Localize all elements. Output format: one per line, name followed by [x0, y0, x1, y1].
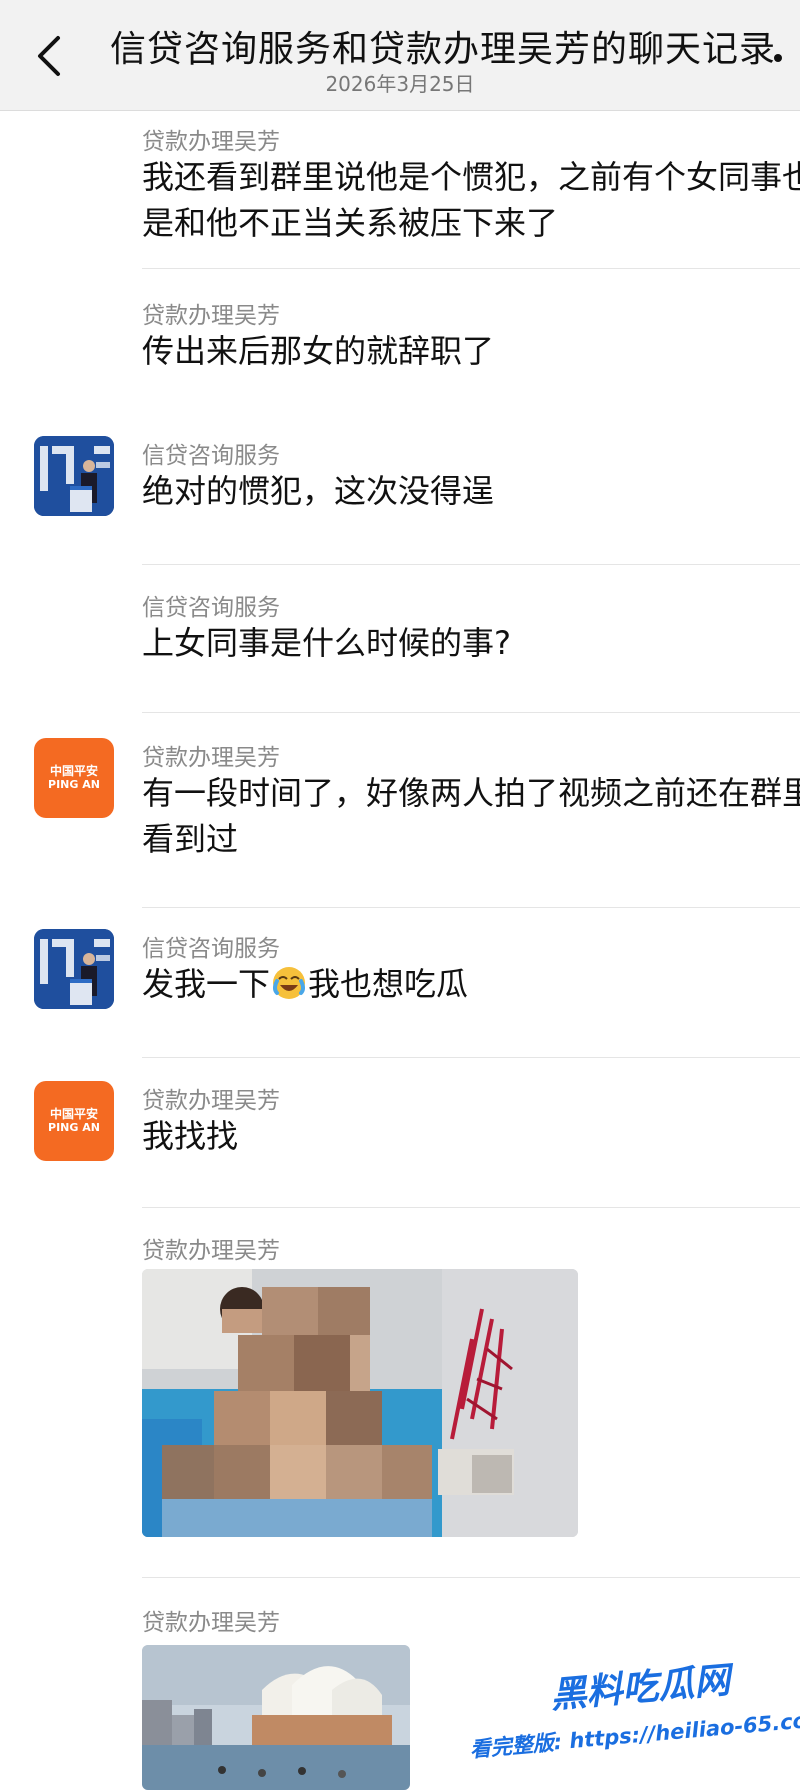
message-text: 有一段时间了，好像两人拍了视频之前还在群里看到过 — [142, 774, 800, 858]
sender-name: 信贷咨询服务 — [142, 936, 280, 962]
message-item[interactable]: 中国平安 PING AN 贷款办理吴芳 我找找 — [0, 1059, 800, 1209]
pixelated-photo[interactable] — [142, 1269, 578, 1537]
avatar-image — [34, 929, 114, 1009]
sender-name: 贷款办理吴芳 — [142, 1088, 280, 1114]
message-text-before: 发我一下 — [142, 965, 271, 1003]
avatar-brand-en: PING AN — [48, 1121, 100, 1134]
sender-name: 贷款办理吴芳 — [142, 303, 280, 329]
message-item[interactable]: 信贷咨询服务 上女同事是什么时候的事? — [0, 566, 800, 714]
more-button[interactable] — [774, 46, 794, 66]
chat-date: 2026年3月25日 — [325, 72, 475, 96]
header-bar: 信贷咨询服务和贷款办理吴芳的聊天记录 2026年3月25日 — [0, 0, 800, 111]
divider — [142, 1207, 800, 1208]
crying-laughing-emoji — [273, 967, 306, 999]
sender-name: 贷款办理吴芳 — [142, 129, 280, 155]
divider — [142, 564, 800, 565]
message-text: 上女同事是什么时候的事? — [142, 624, 511, 662]
avatar-brand-en: PING AN — [48, 778, 100, 791]
sender-name: 贷款办理吴芳 — [142, 1238, 280, 1264]
event-photo-avatar[interactable] — [34, 929, 114, 1009]
message-item[interactable]: 信贷咨询服务 发我一下 我也想吃瓜 — [0, 909, 800, 1059]
message-text: 我找找 — [142, 1117, 239, 1155]
message-item[interactable]: 贷款办理吴芳 我还看到群里说他是个惯犯，之前有个女同事也是和他不正当关系被压下来… — [0, 110, 800, 270]
message-item[interactable]: 信贷咨询服务 绝对的惯犯，这次没得逞 — [0, 416, 800, 566]
sender-name: 信贷咨询服务 — [142, 595, 280, 621]
photo-image — [142, 1269, 578, 1537]
chat-history-page: 信贷咨询服务和贷款办理吴芳的聊天记录 2026年3月25日 贷款办理吴芳 我还看… — [0, 0, 800, 1790]
page-title: 信贷咨询服务和贷款办理吴芳的聊天记录 — [110, 29, 777, 70]
message-item[interactable]: 贷款办理吴芳 — [0, 1209, 800, 1579]
avatar-brand-cn: 中国平安 — [49, 764, 98, 778]
more-icon — [774, 54, 782, 62]
divider — [142, 907, 800, 908]
message-text: 绝对的惯犯，这次没得逞 — [142, 472, 495, 510]
sender-name: 信贷咨询服务 — [142, 443, 280, 469]
avatar-brand-cn: 中国平安 — [49, 1107, 98, 1121]
pingan-avatar[interactable]: 中国平安 PING AN — [34, 738, 114, 818]
pingan-avatar[interactable]: 中国平安 PING AN — [34, 1081, 114, 1161]
event-photo-avatar[interactable] — [34, 436, 114, 516]
divider — [142, 1057, 800, 1058]
divider — [142, 1577, 800, 1578]
message-text: 发我一下 我也想吃瓜 — [142, 961, 800, 1007]
message-item[interactable]: 中国平安 PING AN 贷款办理吴芳 有一段时间了，好像两人拍了视频之前还在群… — [0, 714, 800, 909]
divider — [142, 268, 800, 269]
divider — [142, 712, 800, 713]
message-text: 传出来后那女的就辞职了 — [142, 332, 495, 370]
sender-name: 贷款办理吴芳 — [142, 745, 280, 771]
message-item[interactable]: 贷款办理吴芳 传出来后那女的就辞职了 — [0, 270, 800, 416]
photo-image — [142, 1645, 410, 1790]
message-text-after: 我也想吃瓜 — [308, 965, 469, 1003]
message-text: 我还看到群里说他是个惯犯，之前有个女同事也是和他不正当关系被压下来了 — [142, 158, 800, 242]
sender-name: 贷款办理吴芳 — [142, 1610, 280, 1636]
sydney-opera-house-photo[interactable] — [142, 1645, 410, 1790]
watermark-url: 看完整版: https://heiliao-65.com — [468, 1706, 800, 1762]
avatar-image — [34, 436, 114, 516]
